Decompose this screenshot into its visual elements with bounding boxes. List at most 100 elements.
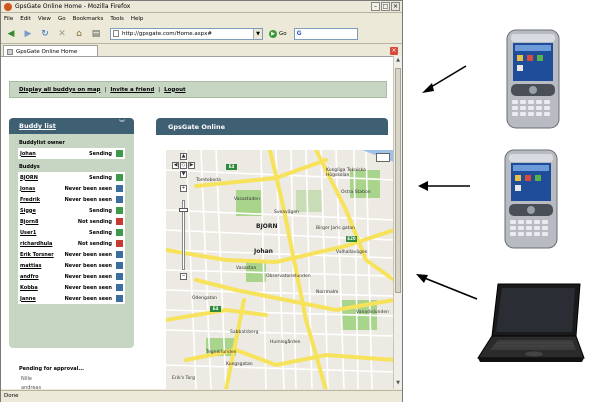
buddy-state-icon[interactable] xyxy=(116,207,123,214)
buddy-row[interactable]: Janne Never been seen xyxy=(18,293,125,304)
map-label: Kungsgatan xyxy=(226,362,253,367)
buddy-row[interactable]: Bjorn8 Not sending xyxy=(18,216,125,227)
vertical-scrollbar[interactable]: ▲ ▼ xyxy=(393,56,402,389)
link-separator: | xyxy=(104,86,107,93)
close-tab-icon[interactable]: × xyxy=(390,47,398,55)
menu-view[interactable]: View xyxy=(38,16,51,22)
map-label: Sabbatsberg xyxy=(230,330,259,335)
menu-tools[interactable]: Tools xyxy=(110,16,124,22)
scroll-up-icon[interactable]: ▲ xyxy=(395,57,401,65)
back-icon[interactable]: ◀ xyxy=(4,27,18,41)
buddy-state-icon[interactable] xyxy=(116,262,123,269)
buddy-name[interactable]: BJORN xyxy=(20,175,62,181)
buddy-state-icon[interactable] xyxy=(116,185,123,192)
buddy-name[interactable]: Fredrik xyxy=(20,197,62,203)
map-type-button[interactable] xyxy=(376,153,390,162)
address-bar[interactable]: http://gpsgate.com/Home.aspx# ▼ xyxy=(110,27,263,40)
map-canvas[interactable] xyxy=(166,150,393,389)
buddy-state-icon[interactable] xyxy=(116,251,123,258)
devices-illustration xyxy=(406,0,600,402)
pan-left-icon[interactable]: ◀ xyxy=(172,162,179,169)
menu-bookmarks[interactable]: Bookmarks xyxy=(73,16,104,22)
collapse-chevron-icon[interactable]: ︾ xyxy=(119,121,125,127)
buddy-name[interactable]: Bjorn8 xyxy=(20,219,62,225)
buddy-name[interactable]: Sigge xyxy=(20,208,62,214)
menu-file[interactable]: File xyxy=(4,16,13,22)
buddy-row[interactable]: Sigge Sending xyxy=(18,205,125,216)
pan-right-icon[interactable]: ▶ xyxy=(188,162,195,169)
menu-help[interactable]: Help xyxy=(131,16,144,22)
buddy-name[interactable]: User1 xyxy=(20,230,62,236)
buddy-row[interactable]: Fredrik Never been seen xyxy=(18,194,125,205)
buddy-row[interactable]: andfro Never been seen xyxy=(18,271,125,282)
pan-up-icon[interactable]: ▲ xyxy=(180,153,187,160)
buddy-row[interactable]: User1 Sending xyxy=(18,227,125,238)
minimize-button[interactable]: – xyxy=(371,2,380,11)
buddy-state-icon[interactable] xyxy=(116,218,123,225)
buddy-name[interactable]: richardhula xyxy=(20,241,62,247)
buddy-row[interactable]: Jonas Never been seen xyxy=(18,183,125,194)
buddy-row[interactable]: BJORN Sending xyxy=(18,172,125,183)
tab-bar: GpsGate Online Home × xyxy=(1,43,402,57)
buddy-state-icon[interactable] xyxy=(116,240,123,247)
address-dropdown-icon[interactable]: ▼ xyxy=(253,28,262,39)
stop-icon[interactable]: ✕ xyxy=(55,27,69,41)
home-icon[interactable]: ⌂ xyxy=(72,27,86,41)
map-label: Erik's Torg xyxy=(172,376,195,381)
buddy-state-icon[interactable] xyxy=(116,229,123,236)
pan-center-icon[interactable]: ◇ xyxy=(180,162,187,169)
zoom-slider-knob[interactable] xyxy=(179,208,188,212)
buddy-row[interactable]: Kobba Never been seen xyxy=(18,282,125,293)
go-arrow-icon: ▶ xyxy=(269,29,277,38)
buddy-name[interactable]: Janne xyxy=(20,296,62,302)
go-button[interactable]: ▶ Go xyxy=(269,29,287,38)
menu-go[interactable]: Go xyxy=(58,16,66,22)
buddy-row[interactable]: richardhula Not sending xyxy=(18,238,125,249)
buddy-state-icon[interactable] xyxy=(116,295,123,302)
address-text[interactable]: http://gpsgate.com/Home.aspx# xyxy=(122,31,253,37)
route-shield: E4 xyxy=(226,164,237,170)
zoom-out-icon[interactable]: − xyxy=(180,273,187,280)
title-bar: GpsGate Online Home - Mozilla Firefox – … xyxy=(1,1,402,13)
buddy-list-title[interactable]: Buddy list xyxy=(19,122,56,130)
zoom-in-icon[interactable]: + xyxy=(180,185,187,192)
print-icon[interactable]: ▤ xyxy=(89,27,103,41)
scroll-down-icon[interactable]: ▼ xyxy=(395,380,401,388)
search-input[interactable]: G xyxy=(293,27,358,40)
menu-edit[interactable]: Edit xyxy=(20,16,31,22)
gpsgate-title: GpsGate Online xyxy=(168,122,226,131)
buddy-status: Never been seen xyxy=(64,295,112,302)
buddy-name[interactable]: andfro xyxy=(20,274,62,280)
buddy-state-icon[interactable] xyxy=(116,150,123,157)
scrollbar-thumb[interactable] xyxy=(395,68,401,293)
display-all-buddys-link[interactable]: Display all buddys on map xyxy=(19,87,100,93)
buddy-state-icon[interactable] xyxy=(116,284,123,291)
buddy-row-owner[interactable]: Johan Sending xyxy=(18,148,125,159)
buddy-state-icon[interactable] xyxy=(116,196,123,203)
park-area xyxy=(296,190,322,212)
buddy-name[interactable]: Johan xyxy=(20,151,62,157)
buddy-state-icon[interactable] xyxy=(116,273,123,280)
forward-icon[interactable]: ▶ xyxy=(21,27,35,41)
map-view[interactable]: ▲ ◀ ◇ ▶ ▼ + − BJORN Johan Vasastaden Vas… xyxy=(166,150,393,389)
buddy-marker-johan[interactable]: Johan xyxy=(254,248,273,255)
buddy-name[interactable]: Jonas xyxy=(20,186,62,192)
logout-link[interactable]: Logout xyxy=(164,87,186,93)
buddy-name[interactable]: Kobba xyxy=(20,285,62,291)
buddy-state-icon[interactable] xyxy=(116,174,123,181)
reload-icon[interactable]: ↻ xyxy=(38,27,52,41)
buddy-marker-bjorn[interactable]: BJORN xyxy=(256,223,278,230)
close-window-button[interactable]: × xyxy=(391,2,400,11)
pan-down-icon[interactable]: ▼ xyxy=(180,171,187,178)
pending-item[interactable]: andreas xyxy=(21,385,122,389)
pending-item[interactable]: Nille xyxy=(21,376,122,385)
invite-friend-link[interactable]: Invite a friend xyxy=(110,87,154,93)
maximize-button[interactable]: □ xyxy=(381,2,390,11)
pending-list: Nille andreas xyxy=(18,374,125,389)
buddy-row[interactable]: mattias Never been seen xyxy=(18,260,125,271)
buddy-row[interactable]: Erik Torsner Never been seen xyxy=(18,249,125,260)
buddy-name[interactable]: mattias xyxy=(20,263,62,269)
buddy-name[interactable]: Erik Torsner xyxy=(20,252,62,258)
menu-bar: File Edit View Go Bookmarks Tools Help xyxy=(1,14,402,24)
tab-page-icon xyxy=(7,48,13,55)
